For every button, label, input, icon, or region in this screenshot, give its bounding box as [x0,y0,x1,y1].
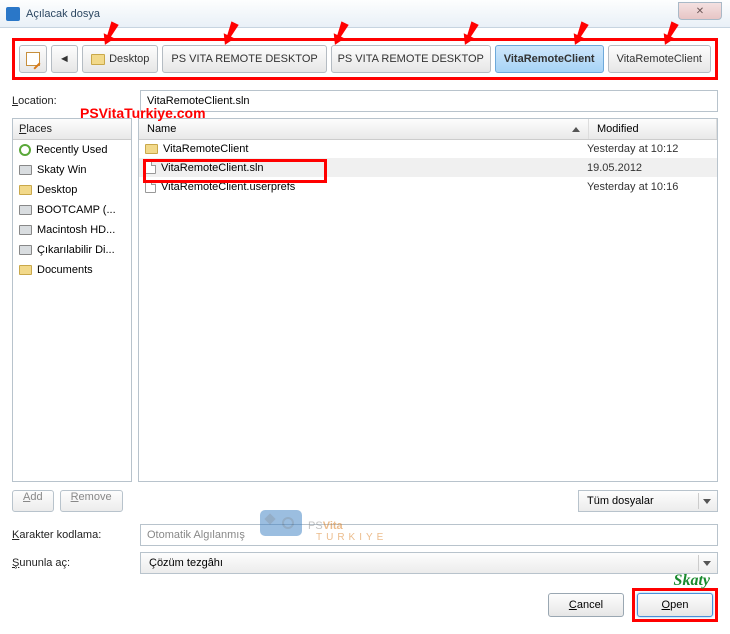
places-item[interactable]: Çıkarılabilir Di... [13,240,131,260]
encoding-label: Karakter kodlama: [12,529,132,541]
window-close-button[interactable]: ✕ [678,2,722,20]
breadcrumb-segment-2[interactable]: PS VITA REMOTE DESKTOP [331,45,491,73]
file-name: VitaRemoteClient [163,143,248,155]
openwith-label: Şununla aç: [12,557,132,569]
places-item-label: Skaty Win [37,164,87,176]
drive-icon [19,165,32,175]
encoding-value[interactable]: Otomatik Algılanmış [140,524,718,546]
file-row[interactable]: VitaRemoteClient.sln 19.05.2012 [139,158,717,177]
places-item[interactable]: Recently Used [13,140,131,160]
column-header-name[interactable]: Name [139,119,589,139]
file-type-filter[interactable]: Tüm dosyalar [578,490,718,512]
places-list: Recently Used Skaty Win Desktop BOOTCAMP (.… [13,140,131,481]
places-item[interactable]: Documents [13,260,131,280]
filter-label: Tüm dosyalar [587,495,654,507]
places-item[interactable]: Macintosh HD... [13,220,131,240]
file-list-panel: Name Modified VitaRemoteClient Yesterday … [138,118,718,482]
breadcrumb-back-button[interactable]: ◄ [51,45,79,73]
app-icon [6,7,20,21]
places-add-button[interactable]: Add [12,490,54,512]
places-remove-button[interactable]: Remove [60,490,123,512]
places-item-label: BOOTCAMP (... [37,204,116,216]
places-item-label: Recently Used [36,144,108,156]
breadcrumb-segment-3[interactable]: VitaRemoteClient [495,45,604,73]
folder-icon [19,265,32,275]
drive-icon [19,245,32,255]
pencil-icon [26,52,40,66]
edit-path-button[interactable] [19,45,47,73]
places-item[interactable]: Skaty Win [13,160,131,180]
file-icon [145,161,156,174]
breadcrumb-segment-4[interactable]: VitaRemoteClient [608,45,711,73]
folder-icon [19,185,32,195]
open-button[interactable]: Open [637,593,713,617]
places-panel: Places Recently Used Skaty Win Desktop BOOT… [12,118,132,482]
places-header: Places [13,119,131,140]
places-item-label: Desktop [37,184,77,196]
recent-icon [19,144,31,156]
file-name: VitaRemoteClient.sln [161,162,264,174]
location-label-text: ocation: [18,95,57,107]
location-input[interactable]: VitaRemoteClient.sln [140,90,718,112]
window-title: Açılacak dosya [26,8,100,20]
folder-icon [145,144,158,154]
column-name-label: Name [147,123,176,135]
watermark-author: Skaty [674,572,710,590]
places-item[interactable]: Desktop [13,180,131,200]
file-list: VitaRemoteClientYesterday at 10:12VitaRe… [139,140,717,481]
file-modified: Yesterday at 10:12 [587,143,711,155]
drive-icon [19,205,32,215]
openwith-value: Çözüm tezgâhı [149,557,223,569]
breadcrumb-segment-1[interactable]: PS VITA REMOTE DESKTOP [162,45,326,73]
cancel-button[interactable]: Cancel [548,593,624,617]
file-name: VitaRemoteClient.userprefs [161,181,295,193]
file-modified: Yesterday at 10:16 [587,181,711,193]
places-item-label: Macintosh HD... [37,224,115,236]
places-item-label: Documents [37,264,93,276]
column-header-modified[interactable]: Modified [589,119,717,139]
sort-ascending-icon [572,127,580,132]
openwith-select[interactable]: Çözüm tezgâhı [140,552,718,574]
file-modified: 19.05.2012 [587,162,711,174]
breadcrumb-desktop[interactable]: Desktop [82,45,158,73]
file-row[interactable]: VitaRemoteClient Yesterday at 10:12 [139,140,717,158]
file-row[interactable]: VitaRemoteClient.userprefs Yesterday at 1… [139,177,717,196]
annotation-highlight-open: Open [632,588,718,622]
drive-icon [19,225,32,235]
breadcrumb-toolbar-highlight: ◄ Desktop PS VITA REMOTE DESKTOP PS VITA… [12,38,718,80]
watermark-url: PSVitaTurkiye.com [80,105,206,121]
file-icon [145,180,156,193]
places-item[interactable]: BOOTCAMP (... [13,200,131,220]
places-item-label: Çıkarılabilir Di... [37,244,115,256]
folder-icon [91,54,105,65]
breadcrumb-label: Desktop [109,53,149,65]
window-titlebar: Açılacak dosya ✕ [0,0,730,28]
